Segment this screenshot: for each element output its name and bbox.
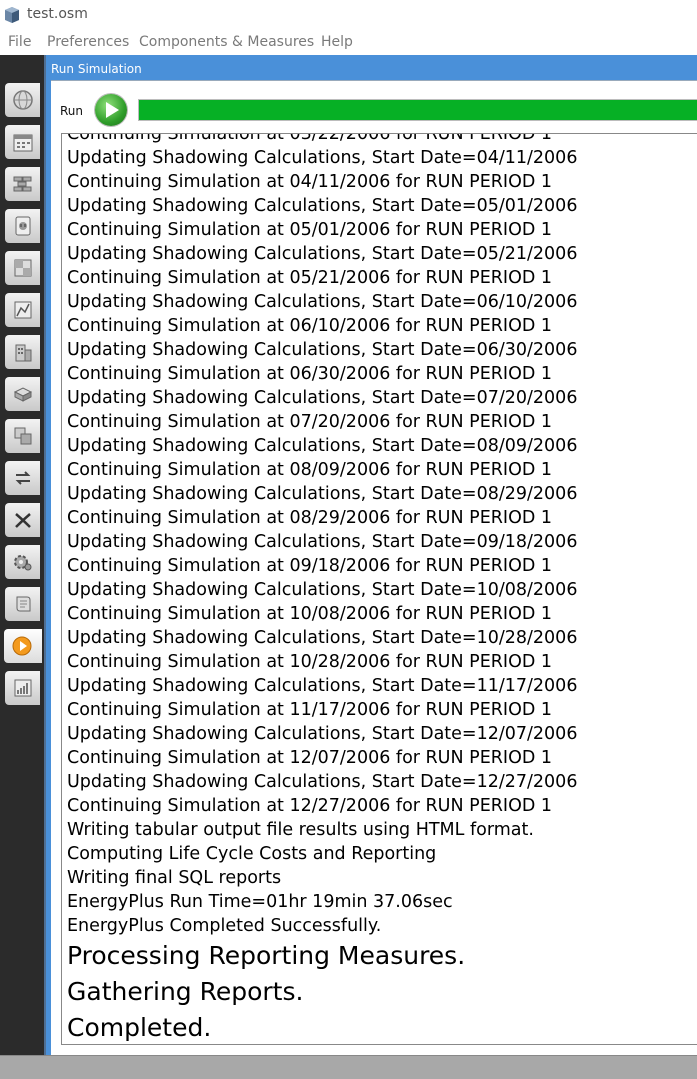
run-simulation-panel: Run Continuing Simulation at 03/22/2006 … — [51, 80, 697, 1056]
tab-schedules[interactable] — [5, 125, 40, 159]
log-line: Continuing Simulation at 04/11/2006 for … — [67, 172, 553, 192]
log-line: Continuing Simulation at 03/22/2006 for … — [67, 133, 553, 144]
tab-results-summary[interactable] — [5, 671, 40, 705]
status-bar — [0, 1055, 697, 1079]
log-line: Updating Shadowing Calculations, Start D… — [67, 484, 578, 504]
tab-scripts[interactable] — [5, 587, 40, 621]
globe-icon — [13, 90, 33, 110]
panel-title: Run Simulation — [51, 62, 142, 76]
openstudio-app-icon — [5, 7, 19, 23]
menu-file[interactable]: File — [8, 34, 31, 50]
measures-icon — [14, 555, 32, 571]
menu-help[interactable]: Help — [321, 34, 353, 50]
menu-preferences[interactable]: Preferences — [47, 34, 129, 50]
log-status-line: Processing Reporting Measures. — [67, 941, 466, 970]
constructions-icon — [13, 176, 32, 192]
log-line: Updating Shadowing Calculations, Start D… — [67, 676, 578, 696]
log-line: Updating Shadowing Calculations, Start D… — [67, 724, 578, 744]
log-status-line: Completed. — [67, 1013, 212, 1042]
tab-output-variables[interactable] — [5, 503, 40, 537]
scripts-icon — [16, 596, 31, 612]
log-line: Updating Shadowing Calculations, Start D… — [67, 772, 578, 792]
log-line: EnergyPlus Run Time=01hr 19min 37.06sec — [67, 892, 453, 912]
log-line: Continuing Simulation at 09/18/2006 for … — [67, 556, 553, 576]
log-line: Continuing Simulation at 08/29/2006 for … — [67, 508, 553, 528]
tab-geometry[interactable] — [5, 293, 40, 327]
log-status-line: Gathering Reports. — [67, 977, 304, 1006]
tab-site[interactable] — [5, 83, 40, 117]
log-line: Continuing Simulation at 07/20/2006 for … — [67, 412, 553, 432]
variables-icon — [15, 513, 31, 528]
simulation-progress-fill — [139, 100, 697, 120]
log-line: Continuing Simulation at 08/09/2006 for … — [67, 460, 553, 480]
log-line: Updating Shadowing Calculations, Start D… — [67, 580, 578, 600]
menu-components-measures[interactable]: Components & Measures — [139, 34, 314, 50]
log-line: Computing Life Cycle Costs and Reporting — [67, 844, 437, 864]
log-line: Continuing Simulation at 05/01/2006 for … — [67, 220, 553, 240]
log-line: Writing tabular output file results usin… — [67, 820, 534, 840]
log-line: Continuing Simulation at 06/10/2006 for … — [67, 316, 553, 336]
tab-run-simulation[interactable] — [4, 629, 42, 663]
tab-thermal-zones[interactable] — [5, 419, 40, 453]
log-line: Continuing Simulation at 10/08/2006 for … — [67, 604, 553, 624]
log-line: Updating Shadowing Calculations, Start D… — [67, 292, 578, 312]
log-line: EnergyPlus Completed Successfully. — [67, 916, 382, 936]
spaces-icon — [13, 387, 33, 402]
log-line: Continuing Simulation at 06/30/2006 for … — [67, 364, 553, 384]
tab-facility[interactable] — [5, 335, 40, 369]
facility-icon — [15, 344, 32, 362]
tab-loads[interactable] — [5, 209, 40, 243]
log-line: Updating Shadowing Calculations, Start D… — [67, 340, 578, 360]
run-button[interactable] — [95, 94, 127, 126]
results-summary-icon — [14, 679, 32, 697]
log-line: Continuing Simulation at 11/17/2006 for … — [67, 700, 553, 720]
space-types-icon — [14, 259, 32, 277]
geometry-icon — [14, 301, 32, 319]
log-text: Continuing Simulation at 03/22/2006 for … — [67, 133, 578, 1044]
tab-spaces[interactable] — [5, 377, 40, 411]
log-line: Updating Shadowing Calculations, Start D… — [67, 436, 578, 456]
panel-header: Run Simulation — [46, 55, 697, 80]
log-line: Continuing Simulation at 12/27/2006 for … — [67, 796, 553, 816]
simulation-progress-bar — [138, 99, 697, 121]
log-line: Updating Shadowing Calculations, Start D… — [67, 628, 578, 648]
log-line: Updating Shadowing Calculations, Start D… — [67, 196, 578, 216]
tab-constructions[interactable] — [5, 167, 40, 201]
run-simulation-icon — [12, 636, 32, 656]
run-label: Run — [60, 104, 84, 118]
log-line: Continuing Simulation at 10/28/2006 for … — [67, 652, 553, 672]
log-line: Updating Shadowing Calculations, Start D… — [67, 244, 578, 264]
menu-bar: File Preferences Components & Measures H… — [0, 32, 697, 54]
log-line: Updating Shadowing Calculations, Start D… — [67, 148, 578, 168]
tab-measures[interactable] — [5, 545, 40, 579]
log-line: Updating Shadowing Calculations, Start D… — [67, 532, 578, 552]
hvac-systems-icon — [15, 471, 31, 485]
play-icon — [106, 102, 119, 118]
vertical-tab-bar — [0, 55, 45, 1055]
log-line: Continuing Simulation at 12/07/2006 for … — [67, 748, 553, 768]
loads-icon — [15, 216, 31, 236]
tab-space-types[interactable] — [5, 251, 40, 285]
log-line: Continuing Simulation at 05/21/2006 for … — [67, 268, 553, 288]
simulation-output-log[interactable]: Continuing Simulation at 03/22/2006 for … — [61, 133, 697, 1045]
tab-hvac-systems[interactable] — [5, 461, 40, 495]
log-line: Writing final SQL reports — [67, 868, 282, 888]
thermal-zones-icon — [14, 427, 32, 445]
title-bar: test.osm — [0, 0, 697, 30]
calendar-icon — [13, 134, 33, 152]
log-line: Updating Shadowing Calculations, Start D… — [67, 388, 578, 408]
window-title: test.osm — [27, 6, 88, 22]
